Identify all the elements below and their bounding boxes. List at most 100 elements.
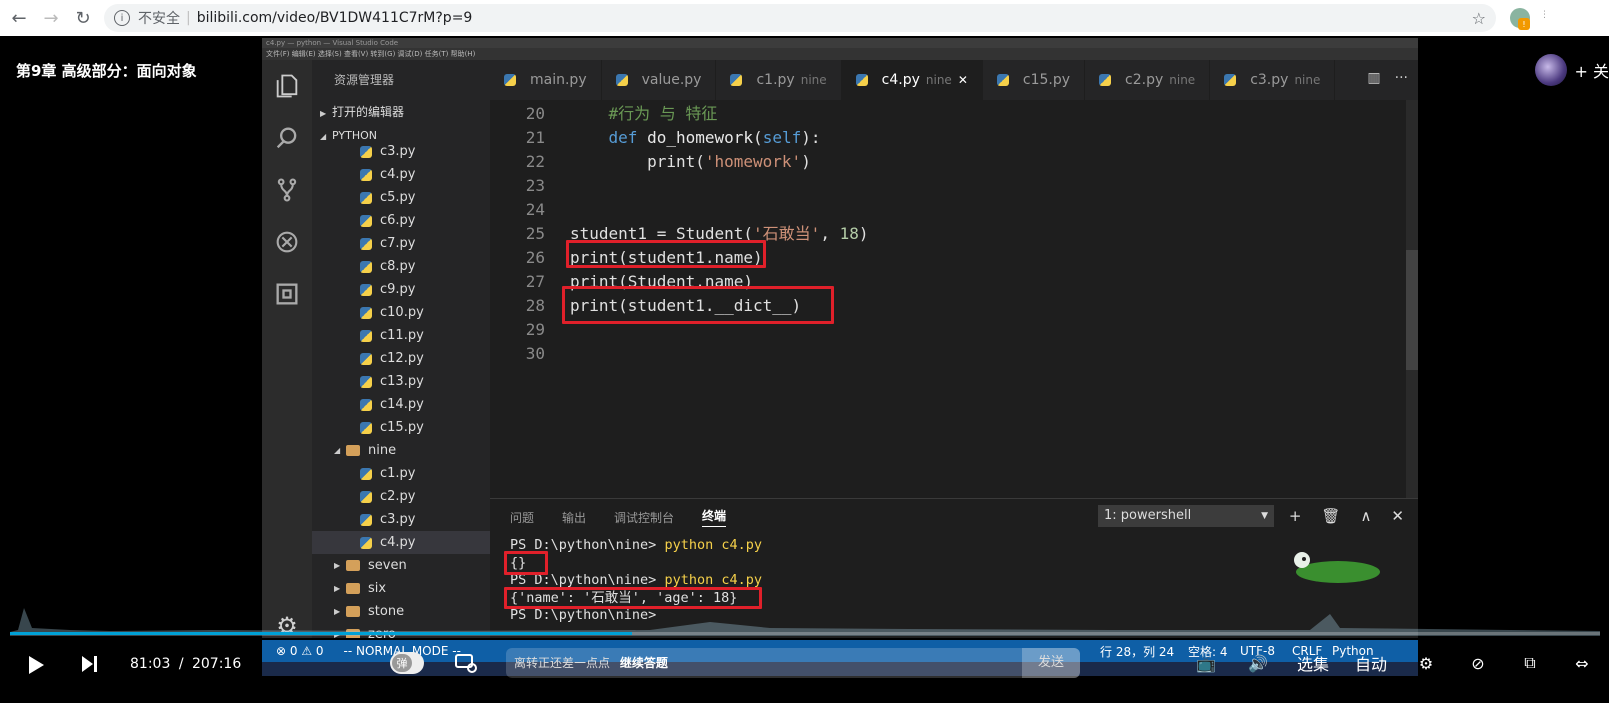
debug-icon <box>262 216 312 268</box>
follow-button[interactable]: + 关 <box>1575 58 1609 82</box>
player-right-controls: 📺 🔊 选集 自动 ⚙ ⊘ ⧉ ⇔ <box>1193 650 1595 676</box>
tree-item-label: c1.py <box>380 466 416 481</box>
tab-label: c15.py <box>1022 72 1071 88</box>
twisty-icon: ▶ <box>334 584 341 593</box>
address-separator: | <box>186 10 191 26</box>
python-file-icon <box>1224 74 1237 86</box>
tab-label: value.py <box>641 72 702 88</box>
forward-arrow-icon[interactable]: → <box>36 3 66 33</box>
twisty-icon: ▶ <box>334 561 341 570</box>
url-text: bilibili.com/video/BV1DW411C7rM?p=9 <box>196 10 473 26</box>
maximize-panel-icon: ∧ <box>1360 507 1372 525</box>
danmu-toggle[interactable]: 弹 <box>390 652 424 674</box>
reload-icon[interactable]: ↻ <box>68 3 98 33</box>
tree-item: c11.py <box>312 324 490 347</box>
bookmark-star-icon[interactable]: ☆ <box>1472 9 1486 28</box>
next-episode-icon[interactable] <box>80 654 98 674</box>
code-text: def do_homework(self): <box>608 128 821 147</box>
python-file-icon <box>855 74 868 86</box>
python-file-icon <box>360 260 372 273</box>
tree-item-label: c8.py <box>380 259 416 274</box>
editor-tab: c15.py <box>983 60 1086 100</box>
uploader-avatar[interactable] <box>1534 54 1567 86</box>
code-line: 21 def do_homework(self): <box>490 126 1418 150</box>
tree-item: c14.py <box>312 393 490 416</box>
time-separator: / <box>178 656 184 672</box>
code-text: print('homework') <box>570 152 811 171</box>
danmu-off-icon[interactable]: ⊘ <box>1465 650 1491 676</box>
browser-menu-icon[interactable]: ⋮ <box>1540 10 1549 20</box>
python-file-icon <box>360 467 372 480</box>
highlight-empty-dict <box>504 551 548 575</box>
time-display: 81:03 / 207:16 <box>130 656 241 672</box>
danmu-input[interactable]: 离转正还差一点点 继续答题 发送 <box>506 648 1080 678</box>
tree-item-label: c10.py <box>380 305 424 320</box>
danmu-settings-icon[interactable] <box>454 652 478 678</box>
player-controls: 81:03 / 207:16 弹 离转正还差一点点 继续答题 发送 📺 🔊 选集… <box>0 646 1609 684</box>
tree-item: c7.py <box>312 232 490 255</box>
widescreen-icon[interactable]: ⇔ <box>1569 650 1595 676</box>
python-file-icon <box>360 306 372 319</box>
browser-toolbar: ← → ↻ i 不安全 | bilibili.com/video/BV1DW41… <box>0 0 1609 36</box>
editor-tab: c4.py nine ✕ <box>841 60 983 100</box>
python-file-icon <box>360 283 372 296</box>
play-icon[interactable] <box>26 654 46 676</box>
tab-label: main.py <box>530 72 587 88</box>
python-file-icon <box>360 237 372 250</box>
back-arrow-icon[interactable]: ← <box>4 3 34 33</box>
tree-item-label: c12.py <box>380 351 424 366</box>
line-number: 23 <box>525 176 545 195</box>
tree-item-label: c5.py <box>380 190 416 205</box>
tree-item-label: c3.py <box>380 512 416 527</box>
twisty-icon: ◢ <box>334 446 341 455</box>
vscode-window: c4.py — python — Visual Studio Code 文件(F… <box>262 38 1418 638</box>
code-line: 30 <box>490 342 1418 366</box>
editor-tab: c3.py nine <box>1210 60 1336 100</box>
progress-bar[interactable] <box>10 632 1600 635</box>
python-file-icon <box>504 74 516 86</box>
address-bar[interactable]: i 不安全 | bilibili.com/video/BV1DW411C7rM?… <box>104 4 1496 32</box>
python-file-icon <box>360 490 372 503</box>
folder-icon <box>346 560 360 571</box>
tree-item: c1.py <box>312 462 490 485</box>
tv-icon[interactable]: 📺 <box>1193 650 1219 676</box>
pip-icon[interactable]: ⧉ <box>1517 650 1543 676</box>
python-file-icon <box>730 74 743 86</box>
tab-dir: nine <box>800 73 827 87</box>
tree-item: c2.py <box>312 485 490 508</box>
editor-actions: ▥ ··· <box>1367 70 1408 86</box>
tree-item: ◢ nine <box>312 439 490 462</box>
tree-item: c8.py <box>312 255 490 278</box>
episodes-button[interactable]: 选集 <box>1297 651 1329 675</box>
highlight-print-dict <box>562 286 834 324</box>
editor-tabs: main.py value.py c1.py nine c4.py nine ✕ c15.py… <box>490 60 1418 100</box>
python-file-icon <box>360 145 372 158</box>
line-number: 25 <box>525 224 545 243</box>
python-file-icon <box>360 168 372 181</box>
code-line: 23 <box>490 174 1418 198</box>
tree-item: c4.py <box>312 531 490 554</box>
settings-icon[interactable]: ⚙ <box>1413 650 1439 676</box>
danmu-knob: 弹 <box>392 654 412 672</box>
vscode-titlebar: c4.py — python — Visual Studio Code <box>262 38 1418 48</box>
autoplay-button[interactable]: 自动 <box>1355 651 1387 675</box>
tree-item: c5.py <box>312 186 490 209</box>
python-file-icon <box>360 536 372 549</box>
close-panel-icon: ✕ <box>1391 507 1404 525</box>
extension-badge-icon: ! <box>1518 18 1530 30</box>
answer-link[interactable]: 继续答题 <box>620 656 668 670</box>
info-icon[interactable]: i <box>114 10 130 26</box>
line-number: 27 <box>525 272 545 291</box>
audio-waveform <box>10 608 1600 636</box>
line-number: 20 <box>525 104 545 123</box>
video-player[interactable]: 第9章 高级部分：面向对象 + 关 c4.py — python — Visua… <box>0 36 1609 703</box>
highlight-print-name <box>566 240 766 268</box>
editor-scrollbar <box>1406 100 1418 498</box>
tab-label: c1.py <box>756 72 795 88</box>
editor-tab: c1.py nine <box>716 60 842 100</box>
tree-item: ▶ seven <box>312 554 490 577</box>
tree-item-label: c4.py <box>380 535 416 550</box>
python-file-icon <box>360 398 372 411</box>
volume-icon[interactable]: 🔊 <box>1245 650 1271 676</box>
send-button[interactable]: 发送 <box>1022 648 1080 678</box>
